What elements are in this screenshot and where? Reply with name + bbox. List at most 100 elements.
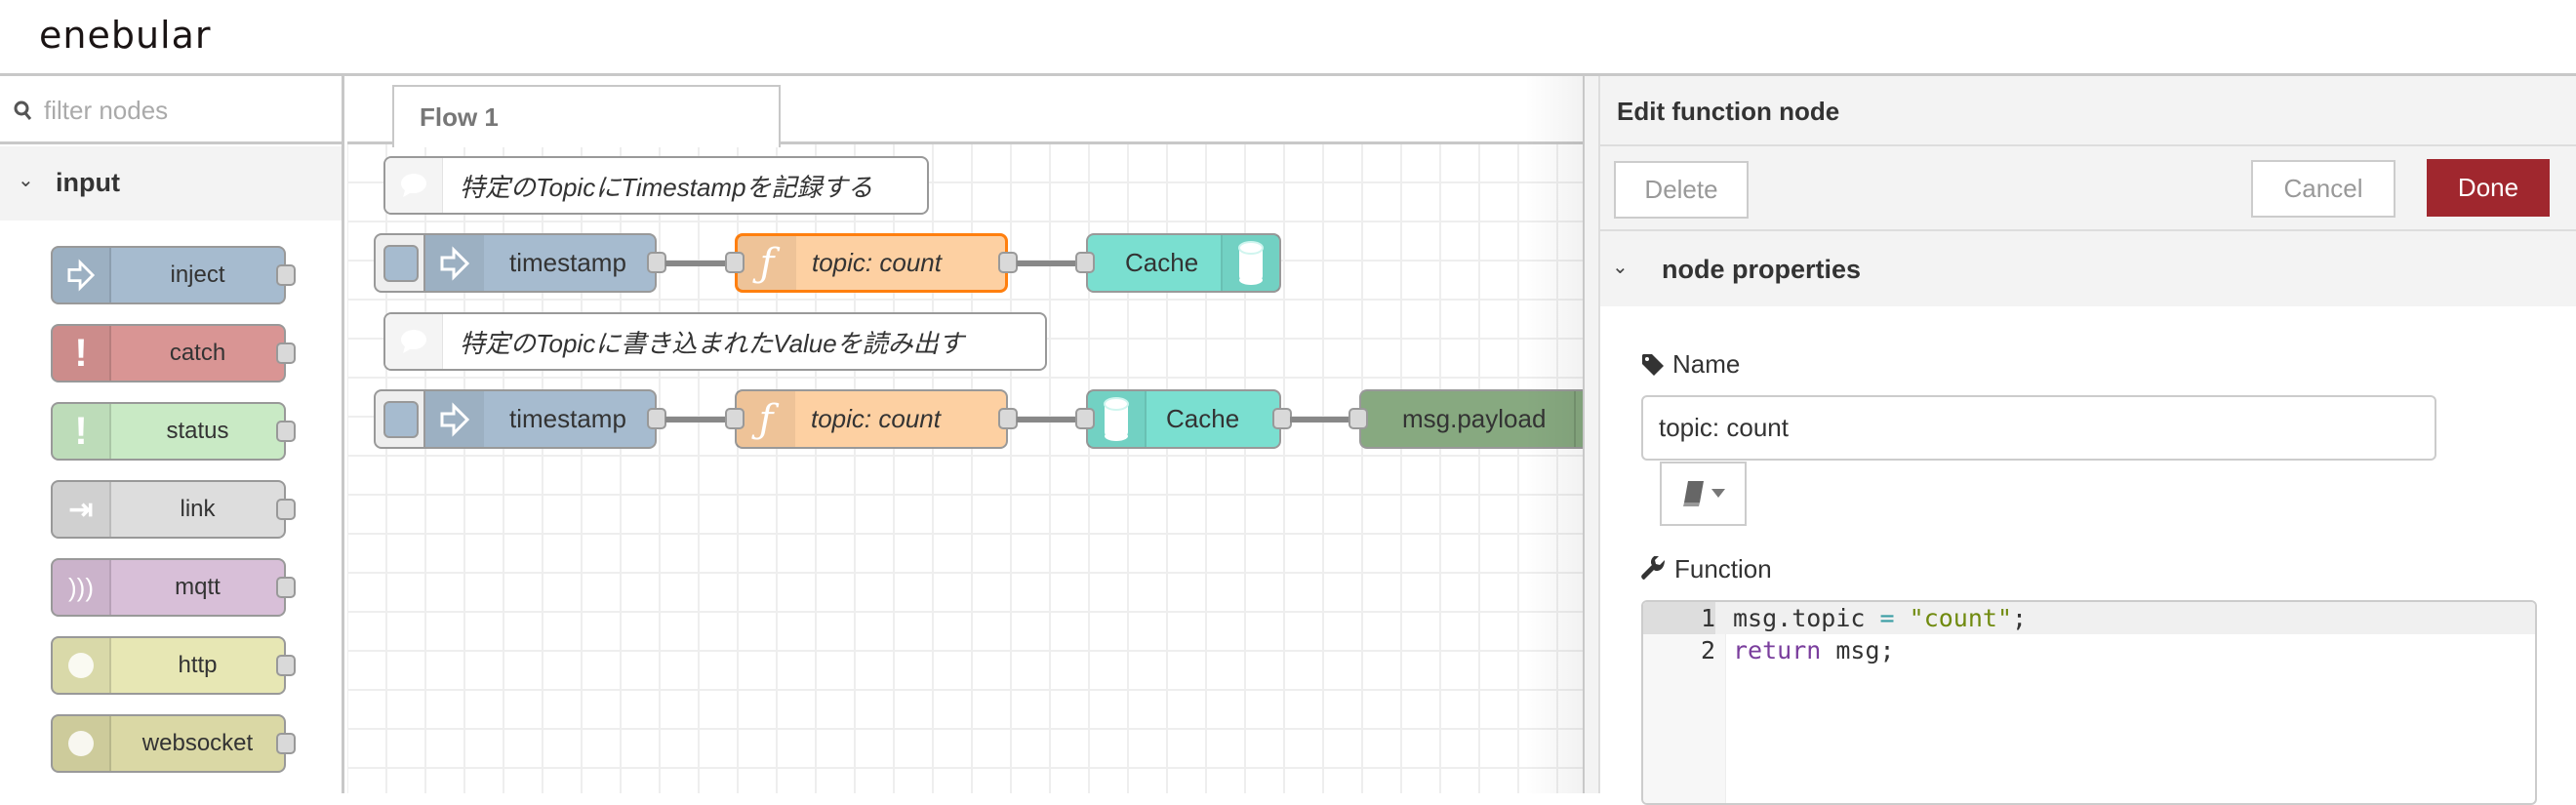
node-label: topic: count bbox=[812, 248, 942, 277]
comment-icon bbox=[385, 314, 443, 369]
output-port[interactable] bbox=[1272, 408, 1292, 429]
wifi-icon: ))) bbox=[53, 560, 111, 615]
wire[interactable] bbox=[665, 417, 729, 423]
palette-node-catch[interactable]: ! catch bbox=[51, 324, 296, 382]
link-icon: ⇥ bbox=[53, 482, 111, 537]
edit-node-panel: Edit function node Delete Cancel Done ⌄ … bbox=[1598, 76, 2576, 805]
function-icon: ƒ bbox=[737, 391, 795, 447]
database-icon bbox=[1088, 391, 1147, 447]
function-label-text: Function bbox=[1674, 554, 1772, 584]
inject-node[interactable]: timestamp bbox=[423, 233, 666, 293]
section-title: node properties bbox=[1662, 255, 1862, 284]
code-line[interactable]: 1 msg.topic = "count"; bbox=[1643, 602, 2535, 634]
cache-node[interactable]: Cache bbox=[1075, 389, 1292, 449]
search-icon bbox=[14, 101, 32, 120]
wire[interactable] bbox=[1017, 417, 1079, 423]
name-input[interactable] bbox=[1641, 395, 2436, 461]
function-node[interactable]: ƒ topic: count bbox=[725, 389, 1018, 449]
code-token: msg; bbox=[1821, 636, 1895, 664]
palette-node-mqtt[interactable]: ))) mqtt bbox=[51, 558, 296, 617]
wire[interactable] bbox=[665, 261, 729, 266]
palette-node-label: inject bbox=[170, 262, 225, 288]
node-label: timestamp bbox=[509, 404, 626, 433]
panel-title: Edit function node bbox=[1617, 97, 1840, 126]
node-label: Cache bbox=[1125, 248, 1199, 277]
node-label: topic: count bbox=[811, 404, 941, 433]
comment-node[interactable]: 特定のTopicに書き込まれたValueを読み出す bbox=[383, 312, 1047, 371]
filter-nodes-input[interactable]: filter nodes bbox=[0, 76, 342, 144]
wrench-icon bbox=[1641, 555, 1665, 580]
input-port[interactable] bbox=[1348, 408, 1368, 429]
palette-node-label: mqtt bbox=[175, 574, 221, 600]
delete-button[interactable]: Delete bbox=[1614, 161, 1749, 219]
palette-node-label: status bbox=[166, 418, 229, 444]
function-node-selected[interactable]: ƒ topic: count bbox=[725, 233, 1018, 293]
input-port[interactable] bbox=[1075, 252, 1095, 273]
name-label: Name bbox=[1641, 349, 1740, 380]
exclamation-icon: ! bbox=[53, 404, 111, 459]
output-port bbox=[276, 577, 296, 598]
category-label: input bbox=[56, 168, 120, 197]
cancel-button[interactable]: Cancel bbox=[2251, 160, 2395, 218]
output-port bbox=[276, 733, 296, 754]
enebular-logo[interactable]: enebular bbox=[39, 14, 212, 57]
arrow-right-icon bbox=[53, 248, 111, 302]
input-port[interactable] bbox=[725, 252, 745, 273]
output-port[interactable] bbox=[647, 252, 666, 273]
comment-node[interactable]: 特定のTopicにTimestampを記録する bbox=[383, 156, 929, 215]
panel-splitter[interactable] bbox=[1583, 76, 1598, 793]
name-label-text: Name bbox=[1672, 349, 1741, 379]
palette-node-inject[interactable]: inject bbox=[51, 246, 296, 304]
line-number: 2 bbox=[1700, 636, 1715, 664]
flow-canvas[interactable]: Flow 1 特定のTopicにTimestampを記録する timestamp… bbox=[347, 76, 1583, 793]
output-port[interactable] bbox=[998, 408, 1018, 429]
chevron-down-icon: ⌄ bbox=[18, 170, 34, 191]
palette-node-websocket[interactable]: websocket bbox=[51, 714, 296, 773]
code-editor[interactable]: 1 msg.topic = "count"; 2 return msg; bbox=[1641, 600, 2537, 805]
output-port[interactable] bbox=[998, 252, 1018, 273]
done-button[interactable]: Done bbox=[2427, 159, 2550, 217]
output-port bbox=[276, 655, 296, 676]
inject-node[interactable]: timestamp bbox=[423, 389, 666, 449]
code-token: ; bbox=[2012, 604, 2028, 632]
node-label: timestamp bbox=[509, 248, 626, 277]
chevron-down-icon: ⌄ bbox=[1612, 257, 1629, 278]
code-text: return msg; bbox=[1733, 634, 1895, 666]
cache-node[interactable]: Cache bbox=[1075, 233, 1281, 293]
node-label: Cache bbox=[1166, 404, 1240, 433]
palette-node-label: websocket bbox=[141, 730, 254, 756]
panel-button-bar: Delete Cancel Done bbox=[1600, 146, 2576, 231]
palette-node-link[interactable]: ⇥ link bbox=[51, 480, 296, 539]
palette-node-label: catch bbox=[169, 340, 226, 366]
wire[interactable] bbox=[1017, 261, 1079, 266]
code-line[interactable]: 2 return msg; bbox=[1643, 634, 2535, 666]
globe-icon bbox=[53, 716, 111, 771]
code-token: = bbox=[1879, 604, 1895, 632]
palette-node-label: link bbox=[180, 496, 216, 522]
palette-node-status[interactable]: ! status bbox=[51, 402, 296, 461]
tab-flow-1[interactable]: Flow 1 bbox=[392, 85, 781, 147]
node-properties-section[interactable]: ⌄ node properties bbox=[1600, 231, 2576, 306]
code-text: msg.topic = "count"; bbox=[1733, 602, 2027, 634]
input-port[interactable] bbox=[1075, 408, 1095, 429]
library-button[interactable] bbox=[1660, 462, 1747, 526]
palette-node-http[interactable]: http bbox=[51, 636, 296, 695]
comment-label: 特定のTopicに書き込まれたValueを読み出す bbox=[460, 328, 964, 358]
wire[interactable] bbox=[1290, 417, 1353, 423]
exclamation-icon: ! bbox=[53, 326, 111, 381]
category-input[interactable]: ⌄ input bbox=[0, 146, 342, 221]
canvas-edge-shadow bbox=[1524, 76, 1583, 793]
output-port bbox=[276, 342, 296, 364]
palette-node-label: http bbox=[178, 652, 218, 678]
output-port bbox=[276, 421, 296, 442]
arrow-right-icon bbox=[425, 235, 484, 291]
function-icon: ƒ bbox=[738, 236, 796, 290]
book-icon bbox=[1682, 481, 1704, 506]
code-token: return bbox=[1733, 636, 1822, 664]
globe-icon bbox=[53, 638, 111, 693]
database-icon bbox=[1221, 235, 1279, 291]
input-port[interactable] bbox=[725, 408, 745, 429]
code-token: "count" bbox=[1909, 604, 2012, 632]
output-port[interactable] bbox=[647, 408, 666, 429]
